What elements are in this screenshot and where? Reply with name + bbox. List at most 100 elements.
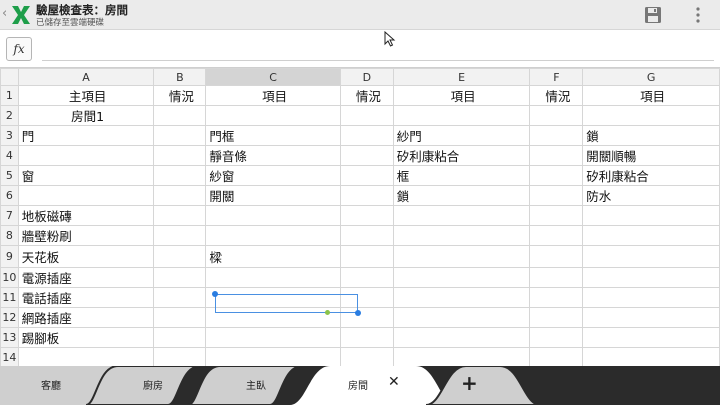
back-icon[interactable]: ‹	[2, 6, 7, 21]
cell-e7[interactable]	[392, 205, 531, 226]
function-button[interactable]: fx	[6, 37, 32, 61]
cell-e8[interactable]	[392, 225, 531, 246]
cell-c5[interactable]: 紗窗	[205, 165, 341, 186]
row-header[interactable]: 3	[0, 125, 19, 146]
cell-a3[interactable]: 門	[17, 125, 155, 146]
row-header[interactable]: 6	[0, 185, 19, 206]
cell-g10[interactable]	[582, 267, 720, 288]
cell-b3[interactable]	[153, 125, 207, 146]
cell-g3[interactable]: 鎖	[582, 125, 720, 146]
cell-g11[interactable]	[582, 287, 720, 308]
cell-a14[interactable]	[17, 347, 155, 368]
cell-e6[interactable]: 鎖	[392, 185, 531, 206]
row-header[interactable]: 12	[0, 307, 19, 328]
row-header[interactable]: 7	[0, 205, 19, 226]
cell-d14[interactable]	[339, 347, 394, 368]
cell-b4[interactable]	[153, 145, 207, 166]
cell-a7[interactable]: 地板磁磚	[17, 205, 155, 226]
cell-b7[interactable]	[153, 205, 207, 226]
cell-e13[interactable]	[392, 327, 531, 348]
fill-handle[interactable]	[325, 310, 330, 315]
cell-g5[interactable]: 矽利康粘合	[582, 165, 720, 186]
cell-c13[interactable]	[205, 327, 341, 348]
cell-a2[interactable]: 房間1	[17, 105, 155, 126]
cell-a13[interactable]: 踢腳板	[17, 327, 155, 348]
cell-f5[interactable]	[529, 165, 584, 186]
cell-f14[interactable]	[529, 347, 584, 368]
cell-d7[interactable]	[339, 205, 394, 226]
cell-g1[interactable]: 項目	[582, 85, 720, 106]
selection-handle-start[interactable]	[212, 291, 218, 297]
column-header-e[interactable]: E	[392, 68, 531, 86]
cell-c8[interactable]	[205, 225, 341, 246]
column-header-g[interactable]: G	[582, 68, 720, 86]
cell-d2[interactable]	[339, 105, 394, 126]
cell-f3[interactable]	[529, 125, 584, 146]
cell-g2[interactable]	[582, 105, 720, 126]
cell-c4[interactable]: 靜音條	[205, 145, 341, 166]
cell-e3[interactable]: 紗門	[392, 125, 531, 146]
cell-b11[interactable]	[153, 287, 207, 308]
select-all-corner[interactable]	[0, 68, 19, 86]
cell-g13[interactable]	[582, 327, 720, 348]
cell-a4[interactable]	[17, 145, 155, 166]
cell-b1[interactable]: 情況	[153, 85, 207, 106]
cell-f4[interactable]	[529, 145, 584, 166]
cell-d9[interactable]	[339, 245, 394, 268]
cell-d8[interactable]	[339, 225, 394, 246]
cell-a11[interactable]: 電話插座	[17, 287, 155, 308]
row-header[interactable]: 8	[0, 225, 19, 246]
cell-b5[interactable]	[153, 165, 207, 186]
cell-b9[interactable]	[153, 245, 207, 268]
cell-b2[interactable]	[153, 105, 207, 126]
save-icon[interactable]	[643, 5, 663, 25]
cell-f9[interactable]	[529, 245, 584, 268]
cell-g6[interactable]: 防水	[582, 185, 720, 206]
row-header[interactable]: 2	[0, 105, 19, 126]
cell-e5[interactable]: 框	[392, 165, 531, 186]
cell-f10[interactable]	[529, 267, 584, 288]
cell-f6[interactable]	[529, 185, 584, 206]
cell-e9[interactable]	[392, 245, 531, 268]
row-header[interactable]: 5	[0, 165, 19, 186]
cell-e14[interactable]	[392, 347, 531, 368]
row-header[interactable]: 10	[0, 267, 19, 288]
cell-b8[interactable]	[153, 225, 207, 246]
cell-f11[interactable]	[529, 287, 584, 308]
cell-d5[interactable]	[339, 165, 394, 186]
cell-g9[interactable]	[582, 245, 720, 268]
cell-c7[interactable]	[205, 205, 341, 226]
cell-e12[interactable]	[392, 307, 531, 328]
cell-b10[interactable]	[153, 267, 207, 288]
cell-a12[interactable]: 網路插座	[17, 307, 155, 328]
cell-c6[interactable]: 開關	[205, 185, 341, 206]
cell-a10[interactable]: 電源插座	[17, 267, 155, 288]
cell-d4[interactable]	[339, 145, 394, 166]
cell-e10[interactable]	[392, 267, 531, 288]
add-sheet-icon[interactable]: +	[461, 371, 478, 395]
cell-f8[interactable]	[529, 225, 584, 246]
tab-master-bedroom[interactable]: 主臥	[226, 377, 286, 392]
cell-e1[interactable]: 項目	[392, 85, 531, 106]
cell-c3[interactable]: 門框	[205, 125, 341, 146]
cell-a9[interactable]: 天花板	[17, 245, 155, 268]
cell-c9[interactable]: 樑	[205, 245, 341, 268]
cell-d1[interactable]: 情況	[339, 85, 394, 106]
spreadsheet-grid[interactable]: ABCDEFG 1 主項目 情況 項目 情況 項目 情況 項目 2 房間1 3 門門框 紗門鎖 4 靜音條矽…	[0, 68, 720, 368]
cell-f13[interactable]	[529, 327, 584, 348]
cell-d3[interactable]	[339, 125, 394, 146]
cell-d6[interactable]	[339, 185, 394, 206]
column-header-a[interactable]: A	[17, 68, 155, 86]
cell-selection[interactable]	[215, 294, 358, 313]
cell-c2[interactable]	[205, 105, 341, 126]
row-header[interactable]: 11	[0, 287, 19, 308]
cell-f12[interactable]	[529, 307, 584, 328]
cell-a8[interactable]: 牆壁粉刷	[17, 225, 155, 246]
cell-b14[interactable]	[153, 347, 207, 368]
cell-c14[interactable]	[205, 347, 341, 368]
more-options-icon[interactable]	[694, 6, 702, 24]
row-header[interactable]: 9	[0, 245, 19, 268]
cell-a6[interactable]	[17, 185, 155, 206]
row-header[interactable]: 14	[0, 347, 19, 368]
column-header-f[interactable]: F	[529, 68, 584, 86]
